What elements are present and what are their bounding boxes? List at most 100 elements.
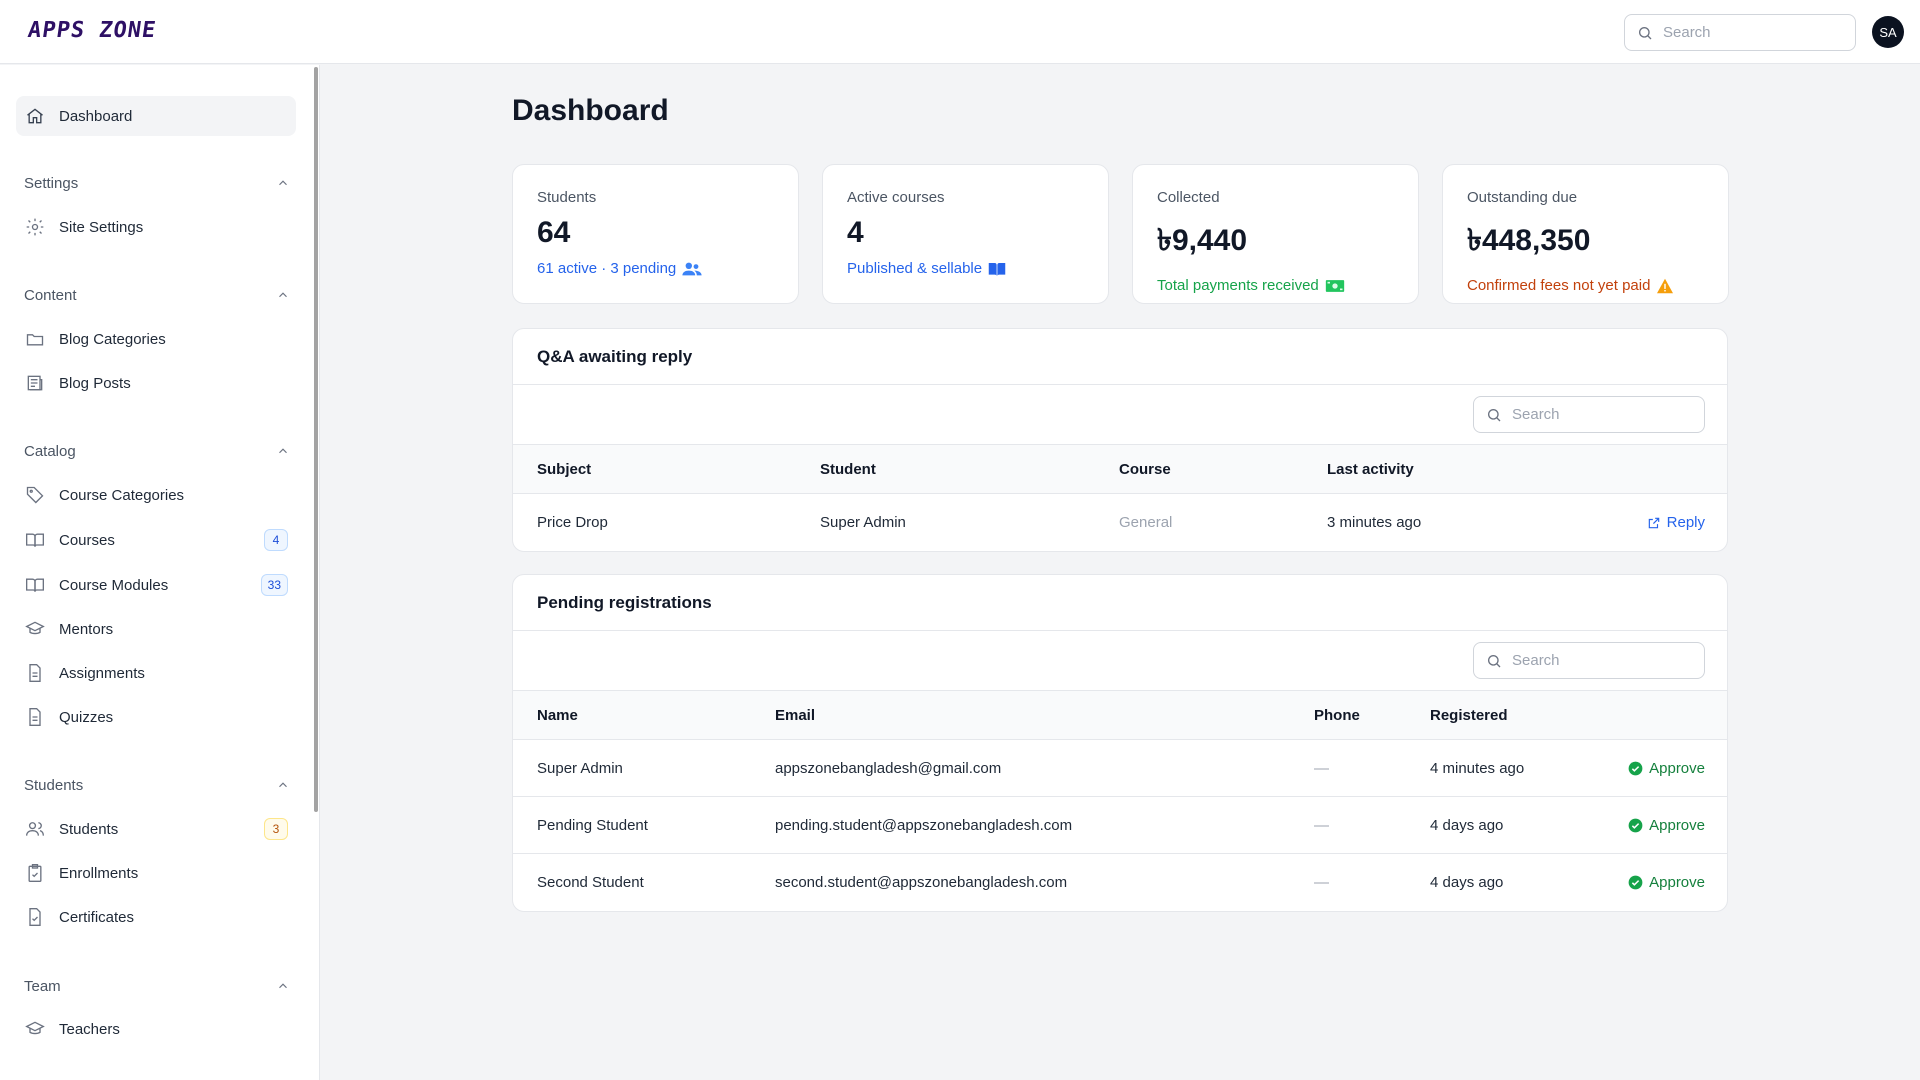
check-circle-icon (1628, 761, 1643, 775)
sidebar-item-site-settings[interactable]: Site Settings (16, 207, 296, 247)
column-header-course[interactable]: Course (1119, 445, 1171, 493)
graduation-cap-icon (24, 1018, 46, 1040)
page-title: Dashboard (512, 94, 669, 127)
check-circle-icon (1628, 818, 1643, 832)
stat-subtext: 61 active · 3 pending (537, 260, 774, 277)
column-header-name[interactable]: Name (537, 691, 578, 739)
approve-button[interactable]: Approve (1628, 797, 1705, 853)
approve-button[interactable]: Approve (1628, 854, 1705, 911)
stat-card-collected: Collected ৳9,440 Total payments received (1132, 164, 1419, 304)
qa-panel-title: Q&A awaiting reply (513, 329, 1727, 385)
table-row: Pending Student pending.student@appszone… (513, 797, 1727, 854)
brand-logo[interactable]: APPS ZONE (26, 18, 158, 43)
sidebar-item-enrollments[interactable]: Enrollments (16, 853, 296, 893)
qa-search-input[interactable] (1512, 406, 1692, 423)
stat-label: Active courses (847, 189, 945, 206)
clipboard-check-icon (24, 862, 46, 884)
qa-course: General (1119, 514, 1173, 531)
newspaper-icon (24, 372, 46, 394)
sidebar-group-settings[interactable]: Settings (24, 171, 290, 195)
column-header-subject[interactable]: Subject (537, 445, 591, 493)
sidebar-item-label: Course Categories (59, 486, 185, 504)
group-label: Content (24, 286, 77, 304)
user-avatar[interactable]: SA (1872, 16, 1904, 48)
pending-panel-title: Pending registrations (513, 575, 1727, 631)
sidebar-group-content[interactable]: Content (24, 283, 290, 307)
group-label: Team (24, 977, 61, 995)
graduation-cap-icon (24, 618, 46, 640)
group-label: Catalog (24, 442, 76, 460)
stat-card-students: Students 64 61 active · 3 pending (512, 164, 799, 304)
stat-subtext: Published & sellable (847, 260, 1084, 277)
sidebar-item-teachers[interactable]: Teachers (16, 1009, 296, 1049)
column-header-student[interactable]: Student (820, 445, 876, 493)
pending-search[interactable] (1473, 642, 1705, 679)
sidebar-item-certificates[interactable]: Certificates (16, 897, 296, 937)
sidebar-item-blog-posts[interactable]: Blog Posts (16, 363, 296, 403)
stat-value: 4 (847, 216, 864, 249)
sidebar-group-team[interactable]: Team (24, 974, 290, 998)
sidebar-item-mentors[interactable]: Mentors (16, 609, 296, 649)
stat-subtext: Confirmed fees not yet paid (1467, 277, 1704, 294)
sidebar-group-students[interactable]: Students (24, 773, 290, 797)
folder-icon (24, 328, 46, 350)
book-icon (988, 262, 1006, 276)
sidebar-item-students[interactable]: Students 3 (16, 809, 296, 849)
table-row: Price Drop Super Admin General 3 minutes… (513, 494, 1727, 551)
stat-card-outstanding-due: Outstanding due ৳448,350 Confirmed fees … (1442, 164, 1729, 304)
sidebar-item-dashboard[interactable]: Dashboard (16, 96, 296, 136)
sidebar-item-course-modules[interactable]: Course Modules 33 (16, 565, 296, 605)
stat-value: ৳448,350 (1467, 224, 1591, 257)
approve-button-label: Approve (1649, 816, 1705, 834)
stat-label: Outstanding due (1467, 189, 1578, 206)
reply-button[interactable]: Reply (1647, 494, 1705, 551)
qa-table-header: Subject Student Course Last activity (513, 445, 1727, 494)
external-link-icon (1648, 517, 1659, 528)
column-header-phone[interactable]: Phone (1314, 691, 1360, 739)
qa-toolbar (513, 385, 1727, 445)
sidebar-item-assignments[interactable]: Assignments (16, 653, 296, 693)
pending-registrations-panel: Pending registrations Name Email Phone R… (512, 574, 1728, 912)
stat-subtext-label: Total payments received (1157, 277, 1319, 294)
global-search-input[interactable] (1663, 24, 1843, 41)
table-row: Second Student second.student@appszoneba… (513, 854, 1727, 911)
search-icon (1488, 654, 1501, 667)
sidebar-item-quizzes[interactable]: Quizzes (16, 697, 296, 737)
sidebar-scrollbar[interactable] (314, 67, 318, 812)
sidebar-item-label: Course Modules (59, 576, 169, 594)
users-icon (24, 818, 46, 840)
chevron-up-icon (279, 180, 287, 186)
column-header-email[interactable]: Email (775, 691, 815, 739)
courses-count-badge: 4 (264, 529, 288, 551)
check-circle-icon (1628, 875, 1643, 890)
sidebar-item-courses[interactable]: Courses 4 (16, 520, 296, 560)
sidebar-item-label: Quizzes (59, 708, 114, 726)
sidebar-item-label: Dashboard (59, 107, 133, 125)
document-check-icon (24, 906, 46, 928)
global-search[interactable] (1624, 14, 1856, 51)
qa-search[interactable] (1473, 396, 1705, 433)
users-icon (682, 262, 702, 275)
sidebar-item-label: Students (59, 820, 119, 838)
column-header-registered[interactable]: Registered (1430, 691, 1508, 739)
reply-button-label: Reply (1666, 514, 1705, 531)
approve-button-label: Approve (1649, 874, 1705, 891)
sidebar-item-blog-categories[interactable]: Blog Categories (16, 319, 296, 359)
approve-button[interactable]: Approve (1628, 740, 1705, 796)
stat-subtext-label: Confirmed fees not yet paid (1467, 277, 1651, 294)
column-header-last-activity[interactable]: Last activity (1327, 445, 1414, 493)
document-icon (24, 706, 46, 728)
document-icon (24, 662, 46, 684)
sidebar-item-label: Enrollments (59, 864, 139, 882)
gear-icon (24, 216, 46, 238)
sidebar-item-course-categories[interactable]: Course Categories (16, 475, 296, 515)
stat-subtext: Total payments received (1157, 277, 1394, 294)
qa-last-activity: 3 minutes ago (1327, 514, 1422, 531)
registrant-name: Super Admin (537, 759, 623, 777)
sidebar-group-catalog[interactable]: Catalog (24, 439, 290, 463)
sidebar-item-label: Blog Categories (59, 330, 166, 348)
pending-search-input[interactable] (1512, 652, 1692, 669)
registrant-email: pending.student@appszonebangladesh.com (775, 816, 1073, 834)
table-row: Super Admin appszonebangladesh@gmail.com… (513, 740, 1727, 797)
course-modules-count-badge: 33 (260, 574, 288, 596)
